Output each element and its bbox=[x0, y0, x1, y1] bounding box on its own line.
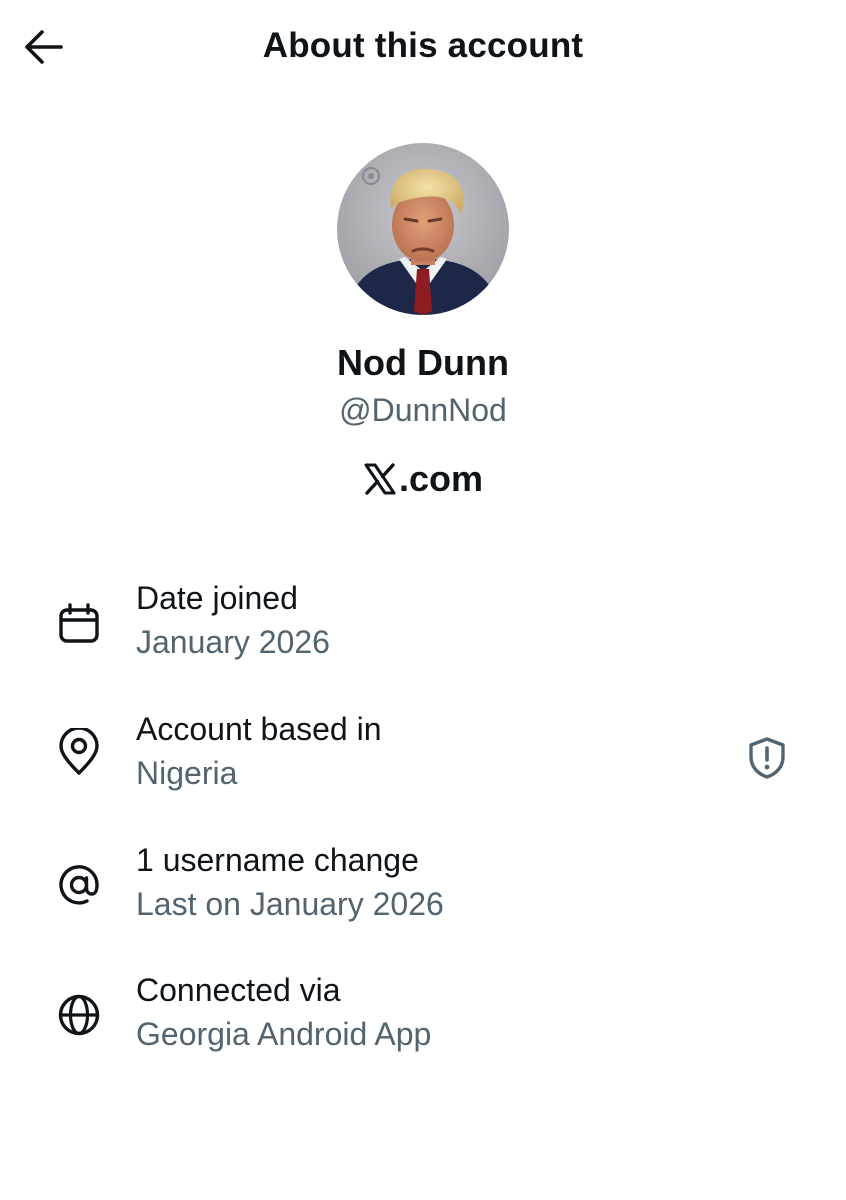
at-sign-icon bbox=[56, 862, 102, 908]
info-row-account-based-in: Account based in Nigeria bbox=[0, 711, 846, 821]
globe-icon bbox=[56, 992, 102, 1038]
row-title: Connected via bbox=[136, 972, 341, 1008]
info-row-connected-via: Connected via Georgia Android App bbox=[0, 972, 846, 1082]
row-subtitle: Last on January 2026 bbox=[136, 886, 444, 922]
site-domain-text: .com bbox=[398, 458, 484, 499]
x-logo-icon bbox=[364, 463, 396, 495]
shield-alert-icon bbox=[749, 737, 785, 779]
row-subtitle: Nigeria bbox=[136, 755, 238, 791]
row-subtitle: Georgia Android App bbox=[136, 1016, 432, 1052]
info-row-date-joined: Date joined January 2026 bbox=[0, 580, 846, 690]
row-title: 1 username change bbox=[136, 842, 419, 878]
site-label[interactable]: .com bbox=[0, 458, 846, 500]
row-title: Date joined bbox=[136, 580, 298, 616]
location-info-button[interactable] bbox=[742, 733, 792, 783]
row-title: Account based in bbox=[136, 711, 382, 747]
header: About this account bbox=[0, 0, 846, 100]
page-title: About this account bbox=[262, 26, 584, 65]
location-pin-icon bbox=[56, 728, 102, 775]
info-row-username-change: 1 username change Last on January 2026 bbox=[0, 842, 846, 952]
about-account-page: About this account Nod Dunn @DunnNod .co… bbox=[0, 0, 846, 1200]
row-subtitle: January 2026 bbox=[136, 624, 330, 660]
display-name: Nod Dunn bbox=[337, 342, 509, 383]
avatar-image bbox=[337, 143, 509, 315]
username-handle: @DunnNod bbox=[339, 392, 507, 428]
avatar[interactable] bbox=[337, 143, 509, 315]
calendar-icon bbox=[56, 600, 102, 646]
